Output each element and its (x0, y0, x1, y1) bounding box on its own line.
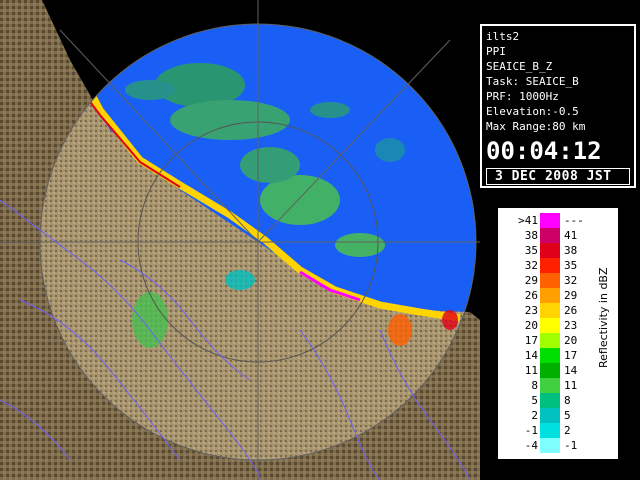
legend-row: 35 38 (498, 243, 618, 258)
legend-lower-bound: 17 (524, 334, 538, 347)
legend-lower-bound: >41 (518, 214, 538, 227)
legend-upper-bound: 14 (564, 364, 578, 377)
product-type: PPI (486, 45, 506, 58)
field-name: SEAICE_B_Z (486, 60, 553, 73)
legend-row: -4 -1 (498, 438, 618, 453)
prf-value: PRF: 1000Hz (486, 90, 559, 103)
legend-title: Reflectivity in dBZ (597, 267, 610, 368)
max-range-value: Max Range:80 km (486, 120, 586, 133)
legend-color-swatch (540, 408, 560, 423)
legend-color-swatch (540, 378, 560, 393)
legend-upper-bound: --- (564, 214, 584, 227)
legend-row: 25 (498, 408, 618, 423)
legend-color-swatch (540, 288, 560, 303)
legend-upper-bound: 8 (564, 394, 571, 407)
elevation-value: Elevation:-0.5 (486, 105, 579, 118)
legend-color-swatch (540, 363, 560, 378)
radar-info-panel: ilts2 PPI SEAICE_B_Z Task: SEAICE_B PRF:… (480, 24, 636, 188)
legend-lower-bound: -1 (524, 424, 538, 437)
legend-upper-bound: 29 (564, 289, 578, 302)
legend-color-swatch (540, 273, 560, 288)
legend-color-swatch (540, 438, 560, 453)
legend-lower-bound: 2 (531, 409, 538, 422)
legend-color-swatch (540, 213, 560, 228)
scan-date: 3 DEC 2008 JST (495, 169, 612, 184)
legend-row: 58 (498, 393, 618, 408)
legend-color-swatch (540, 258, 560, 273)
legend-upper-bound: 23 (564, 319, 578, 332)
radar-ppi-display[interactable] (0, 0, 480, 480)
legend-color-swatch (540, 303, 560, 318)
legend-lower-bound: 5 (531, 394, 538, 407)
legend-upper-bound: 2 (564, 424, 571, 437)
site-name: ilts2 (486, 30, 520, 43)
legend-lower-bound: 8 (531, 379, 538, 392)
legend-row: -1 2 (498, 423, 618, 438)
legend-color-swatch (540, 333, 560, 348)
reflectivity-legend: >41 --- 38 41 35 38 32 35 29 32 26 29 23 26 20 23 17 20 14… (497, 207, 619, 460)
legend-row: >41 --- (498, 213, 618, 228)
legend-lower-bound: 26 (524, 289, 538, 302)
legend-lower-bound: -4 (524, 439, 538, 452)
legend-upper-bound: 5 (564, 409, 571, 422)
legend-row: 38 41 (498, 228, 618, 243)
legend-upper-bound: 20 (564, 334, 578, 347)
scan-date-box: 3 DEC 2008 JST (486, 168, 630, 185)
legend-upper-bound: 26 (564, 304, 578, 317)
legend-lower-bound: 20 (524, 319, 538, 332)
legend-color-swatch (540, 318, 560, 333)
legend-color-swatch (540, 423, 560, 438)
legend-color-swatch (540, 243, 560, 258)
task-name: Task: SEAICE_B (486, 75, 579, 88)
legend-color-swatch (540, 348, 560, 363)
legend-row: 8 11 (498, 378, 618, 393)
legend-lower-bound: 32 (524, 259, 538, 272)
legend-lower-bound: 14 (524, 349, 538, 362)
legend-upper-bound: 35 (564, 259, 578, 272)
legend-color-swatch (540, 393, 560, 408)
legend-upper-bound: -1 (564, 439, 578, 452)
legend-lower-bound: 29 (524, 274, 538, 287)
legend-lower-bound: 38 (524, 229, 538, 242)
legend-color-swatch (540, 228, 560, 243)
scan-time: 00:04:12 (486, 137, 602, 165)
legend-lower-bound: 11 (524, 364, 538, 377)
legend-upper-bound: 17 (564, 349, 578, 362)
legend-lower-bound: 35 (524, 244, 538, 257)
legend-lower-bound: 23 (524, 304, 538, 317)
legend-upper-bound: 32 (564, 274, 578, 287)
legend-upper-bound: 11 (564, 379, 578, 392)
legend-upper-bound: 41 (564, 229, 578, 242)
legend-upper-bound: 38 (564, 244, 578, 257)
